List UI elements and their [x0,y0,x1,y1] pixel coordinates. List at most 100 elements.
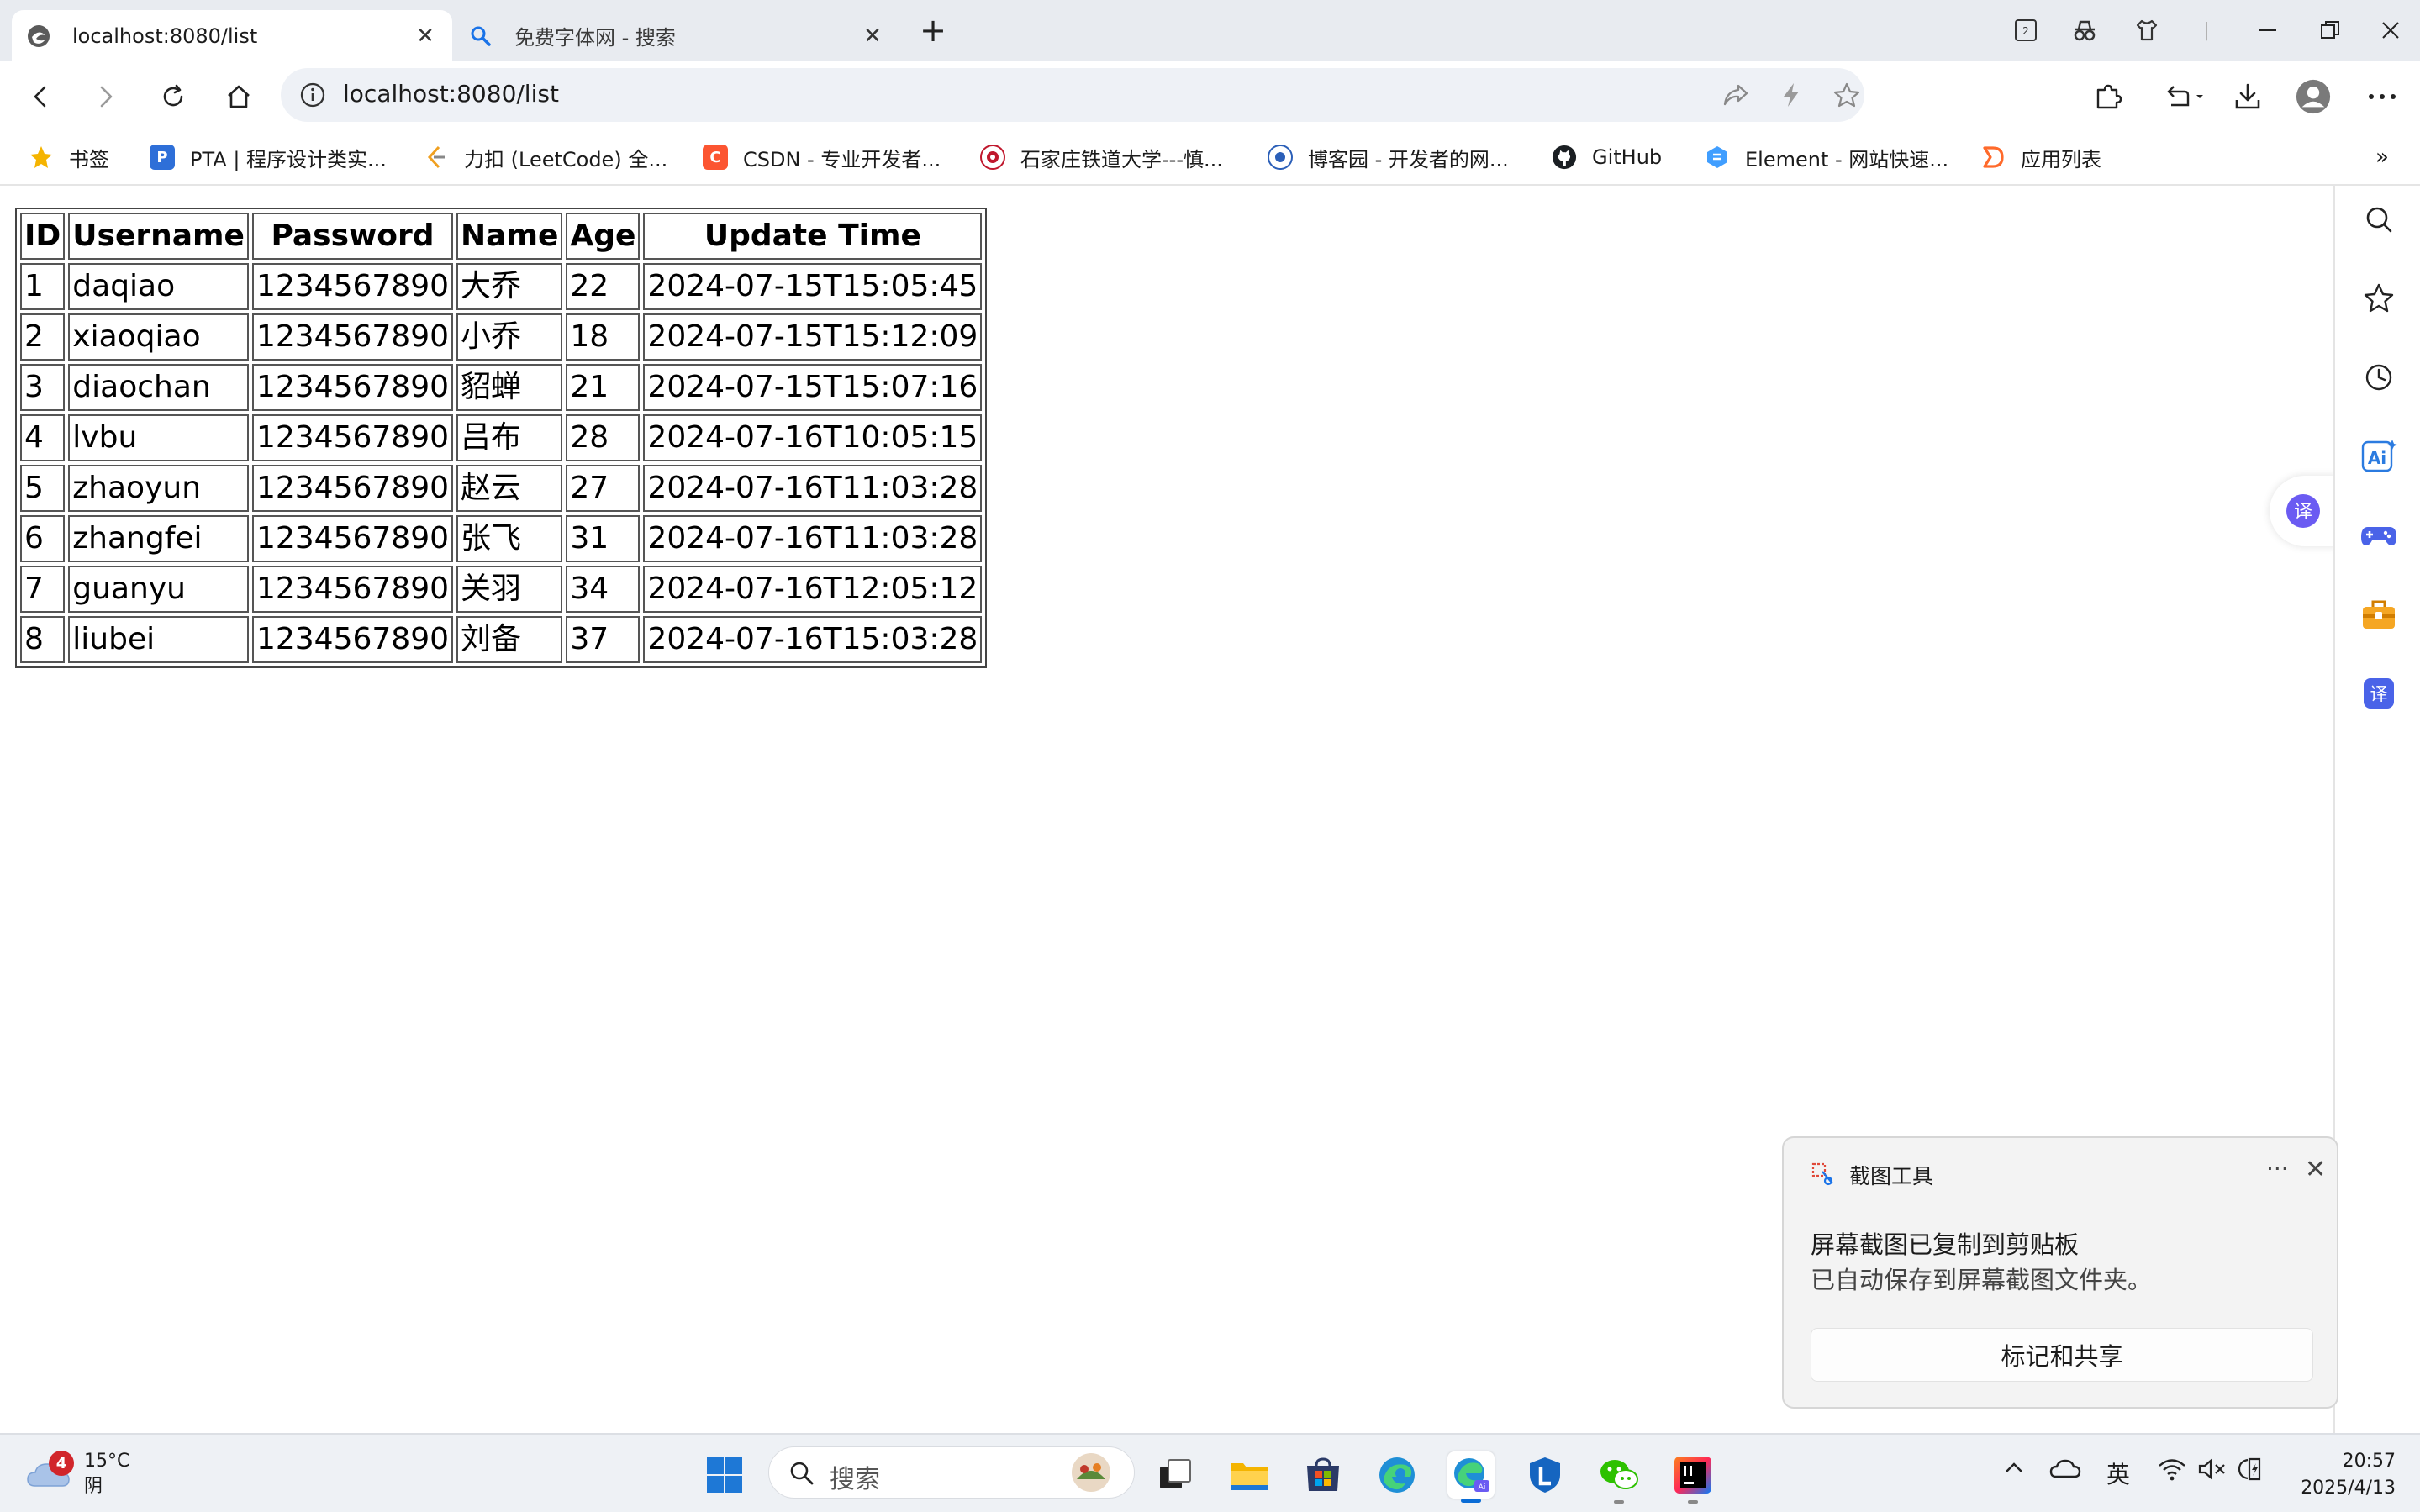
tab-font-search[interactable]: 免费字体网 - 搜索 ✕ [454,10,899,61]
bookmarks-overflow-button[interactable]: » [2375,140,2389,174]
toast-close-icon[interactable]: ✕ [2305,1155,2326,1184]
incognito-icon[interactable] [2066,10,2103,50]
toast-more-button[interactable]: ··· [2266,1155,2289,1183]
address-bar[interactable]: localhost:8080/list [281,68,1864,122]
bookmark-pta[interactable]: P PTA | 程序设计类实... [150,140,387,174]
bookmark-cnblogs[interactable]: 博客园 - 开发者的网... [1268,140,1509,174]
cell-name: 关羽 [456,566,563,613]
tab-close-icon[interactable]: ✕ [856,24,889,49]
tab-close-icon[interactable]: ✕ [409,24,442,49]
bookmark-app-list[interactable]: 应用列表 [1980,140,2101,174]
shield-app-icon[interactable] [1521,1451,1569,1499]
sidebar-translate-icon[interactable]: 译 [2355,670,2402,717]
cell-id: 2 [20,313,66,361]
avatar-icon[interactable] [2295,78,2332,115]
cell-age: 27 [566,465,641,512]
forward-arrow-icon[interactable] [87,78,124,115]
titlebar-divider: | [2203,19,2210,41]
bookmark-github[interactable]: GitHub [1552,140,1662,174]
star-icon[interactable] [1832,82,1861,112]
cell-update-time: 2024-07-16T10:05:15 [643,414,983,461]
sidebar-tools-icon[interactable] [2355,591,2402,638]
toast-body: 已自动保存到屏幕截图文件夹。 [1811,1266,2153,1294]
tab-count-icon[interactable]: 2 [2007,10,2044,50]
ai-glyph: Ai [1479,1483,1486,1492]
history-icon[interactable] [2160,78,2211,115]
store-icon[interactable] [1300,1451,1347,1499]
ime-indicator[interactable]: 英 [2106,1457,2130,1490]
tab-localhost-list[interactable]: localhost:8080/list ✕ [12,10,452,61]
download-icon[interactable] [2229,78,2266,115]
cell-username: zhangfei [68,515,249,562]
more-icon[interactable] [2364,78,2401,115]
cell-username: guanyu [68,566,249,613]
wechat-icon[interactable] [1595,1451,1642,1504]
cell-age: 18 [566,313,641,361]
cell-username: xiaoqiao [68,313,249,361]
refresh-icon[interactable] [155,78,192,115]
cell-update-time: 2024-07-16T11:03:28 [643,465,983,512]
bookmark-element[interactable]: Element - 网站快速... [1705,140,1948,174]
cell-id: 5 [20,465,66,512]
cell-id: 8 [20,616,66,663]
cell-name: 貂蝉 [456,364,563,411]
cell-name: 张飞 [456,515,563,562]
bookmark-csdn[interactable]: C CSDN - 专业开发者... [703,140,941,174]
cell-id: 6 [20,515,66,562]
chevron-up-icon[interactable] [2002,1457,2026,1486]
cell-update-time: 2024-07-15T15:07:16 [643,364,983,411]
cell-password: 1234567890 [251,263,454,310]
sidebar-history-icon[interactable] [2355,354,2402,401]
restore-icon[interactable] [2312,10,2349,50]
intellij-icon[interactable] [1669,1451,1716,1504]
cell-username: diaochan [68,364,249,411]
tab-count-badge: 2 [2022,25,2029,37]
search-highlight-icon [1063,1451,1119,1498]
task-view-icon[interactable] [1152,1451,1199,1499]
bookmark-label: CSDN - 专业开发者... [743,147,941,171]
taskbar-search[interactable]: 搜索 [768,1446,1135,1499]
edge-ai-icon[interactable]: Ai [1447,1451,1495,1503]
sidebar-favorites-icon[interactable] [2355,275,2402,322]
battery-charging-icon[interactable] [2236,1457,2266,1488]
snipping-tool-notification[interactable]: 截图工具 ··· ✕ 屏幕截图已复制到剪贴板 已自动保存到屏幕截图文件夹。 标记… [1782,1136,2338,1409]
bookmark-stdu[interactable]: 石家庄铁道大学---慎... [980,140,1223,174]
bookmarks-bar: 书签 P PTA | 程序设计类实... 力扣 (LeetCode) 全... … [0,130,2420,186]
file-explorer-icon[interactable] [1226,1451,1273,1499]
minimize-icon[interactable] [2249,10,2286,50]
volume-muted-icon[interactable] [2197,1457,2228,1488]
bookmark-leetcode[interactable]: 力扣 (LeetCode) 全... [424,140,667,174]
home-icon[interactable] [220,78,257,115]
cell-id: 7 [20,566,66,613]
wifi-icon[interactable] [2157,1457,2187,1488]
weather-widget[interactable]: 4 15°C 阴 [25,1446,129,1502]
share-icon[interactable] [1721,82,1750,112]
start-icon[interactable] [701,1451,748,1499]
search-icon [788,1459,816,1491]
cell-update-time: 2024-07-16T12:05:12 [643,566,983,613]
sidebar-search-icon[interactable] [2355,196,2402,243]
bookmark-label: Element - 网站快速... [1745,147,1949,171]
header-update-time: Update Time [643,213,983,260]
cell-age: 34 [566,566,641,613]
onedrive-icon[interactable] [2049,1457,2081,1486]
close-window-icon[interactable] [2372,10,2409,50]
clock[interactable]: 20:57 2025/4/13 [2270,1448,2396,1502]
edge-page-icon [25,23,52,50]
sidebar-games-icon[interactable] [2355,512,2402,559]
new-tab-button[interactable]: + [915,12,952,49]
puzzle-icon[interactable] [2090,78,2127,115]
shirt-icon[interactable] [2128,10,2165,50]
cell-password: 1234567890 [251,465,454,512]
back-arrow-icon[interactable] [22,78,59,115]
markup-and-share-button[interactable]: 标记和共享 [1811,1328,2313,1382]
bookmark-folder[interactable]: 书签 [29,140,109,174]
sidebar-ai-icon[interactable]: Ai [2355,433,2402,480]
floating-translate-button[interactable]: 译 [2270,476,2337,546]
snipping-tool-icon [1811,1162,1837,1188]
info-icon[interactable] [299,82,326,112]
edge-icon[interactable] [1373,1451,1421,1499]
lightning-icon[interactable] [1780,82,1802,112]
cnblogs-icon [1268,145,1293,170]
weather-condition: 阴 [84,1476,103,1497]
